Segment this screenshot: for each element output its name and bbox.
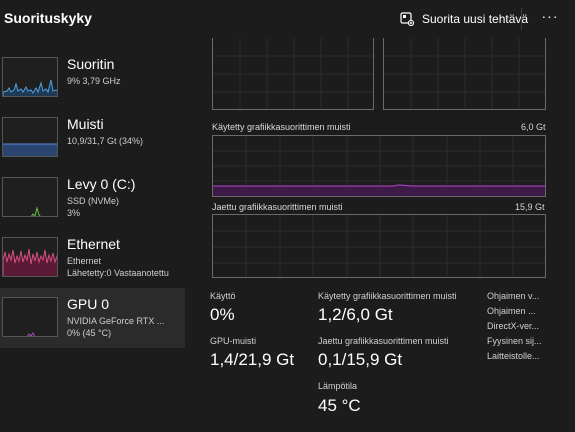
engine-graph-grid-right	[384, 38, 545, 109]
dedicated-memory-graph-plot	[213, 136, 545, 196]
gpu-memory-value: 1,4/21,9 Gt	[210, 350, 295, 369]
sidebar-item-memory-detail: 10,9/31,7 Gt (34%)	[67, 136, 144, 146]
cpu-sparkline	[3, 79, 57, 96]
ethernet-sparkline	[3, 248, 57, 276]
shared-memory-stat-label: Jaettu grafiikkasuorittimen muisti	[318, 336, 449, 346]
run-new-task-button[interactable]: Suorita uusi tehtävä	[400, 8, 528, 30]
header-bar: Suorituskyky Suorita uusi tehtävä ···	[0, 0, 575, 40]
sidebar-item-gpu[interactable]: GPU 0 NVIDIA GeForce RTX ... 0% (45 °C)	[0, 288, 185, 348]
temperature-value: 45 °C	[318, 396, 361, 415]
usage-label: Käyttö	[210, 291, 236, 301]
dedicated-memory-stat-label: Käytetty grafiikkasuorittimen muisti	[318, 291, 457, 301]
shared-memory-graph-plot	[213, 215, 545, 277]
sidebar-item-gpu-name: GPU 0	[67, 296, 110, 312]
header-divider	[521, 8, 522, 30]
disk-sparkline	[31, 206, 41, 216]
page-title: Suorituskyky	[4, 10, 92, 26]
dedicated-memory-stat-value: 1,2/6,0 Gt	[318, 305, 393, 324]
dedicated-memory-fill	[213, 186, 545, 196]
sidebar-item-gpu-usage: 0% (45 °C)	[67, 328, 112, 338]
sidebar-item-disk-type: SSD (NVMe)	[67, 196, 120, 206]
sidebar-item-cpu-detail: 9% 3,79 GHz	[67, 76, 121, 86]
cpu-thumbnail-graph	[2, 57, 58, 97]
sidebar-item-ethernet-adapter: Ethernet	[67, 256, 102, 266]
sidebar-item-disk[interactable]: Levy 0 (C:) SSD (NVMe) 3%	[0, 168, 185, 228]
dedicated-memory-graph	[212, 135, 546, 197]
shared-memory-stat-value: 0,1/15,9 Gt	[318, 350, 403, 369]
temperature-label: Lämpötila	[318, 381, 358, 391]
dedicated-memory-graph-max: 6,0 Gt	[521, 122, 546, 132]
shared-memory-graph-max: 15,9 Gt	[515, 202, 545, 212]
sidebar-item-gpu-model: NVIDIA GeForce RTX ...	[67, 316, 165, 326]
gpu-engine-graph-left	[212, 38, 374, 110]
physical-location-label: Fyysinen sij...	[487, 336, 542, 346]
gpu-memory-label: GPU-muisti	[210, 336, 257, 346]
usage-value: 0%	[210, 305, 235, 324]
driver-date-label: Ohjaimen ...	[487, 306, 536, 316]
sidebar-item-cpu[interactable]: Suoritin 9% 3,79 GHz	[0, 48, 185, 108]
sidebar-item-ethernet-name: Ethernet	[67, 236, 120, 252]
disk-thumbnail-graph	[2, 177, 58, 217]
sidebar-item-cpu-name: Suoritin	[67, 56, 115, 72]
new-task-icon	[400, 12, 414, 26]
gpu-thumbnail-graph	[2, 297, 58, 337]
sidebar-item-memory[interactable]: Muisti 10,9/31,7 Gt (34%)	[0, 108, 185, 168]
directx-version-label: DirectX-ver...	[487, 321, 540, 331]
gpu-sparkline	[27, 332, 36, 336]
memory-sparkline	[3, 143, 57, 156]
sidebar-item-memory-name: Muisti	[67, 116, 104, 132]
sidebar-item-disk-usage: 3%	[67, 208, 81, 218]
driver-version-label: Ohjaimen v...	[487, 291, 540, 301]
ethernet-thumbnail-graph	[2, 237, 58, 277]
hardware-reserved-label: Laitteistolle...	[487, 351, 540, 361]
more-options-button[interactable]: ···	[538, 6, 562, 30]
sidebar-item-ethernet[interactable]: Ethernet Ethernet Lähetetty:0 Vastaanote…	[0, 228, 185, 288]
shared-memory-graph	[212, 214, 546, 278]
engine-graph-grid-left	[213, 38, 373, 109]
memory-thumbnail-graph	[2, 117, 58, 157]
gpu-engine-graph-right	[383, 38, 546, 110]
sidebar-item-ethernet-throughput: Lähetetty:0 Vastaanotettu	[67, 268, 169, 278]
shared-memory-graph-label: Jaettu grafiikkasuorittimen muisti	[212, 202, 343, 212]
dedicated-memory-graph-label: Käytetty grafiikkasuorittimen muisti	[212, 122, 351, 132]
run-new-task-label: Suorita uusi tehtävä	[422, 12, 529, 26]
sidebar-item-disk-name: Levy 0 (C:)	[67, 176, 136, 192]
